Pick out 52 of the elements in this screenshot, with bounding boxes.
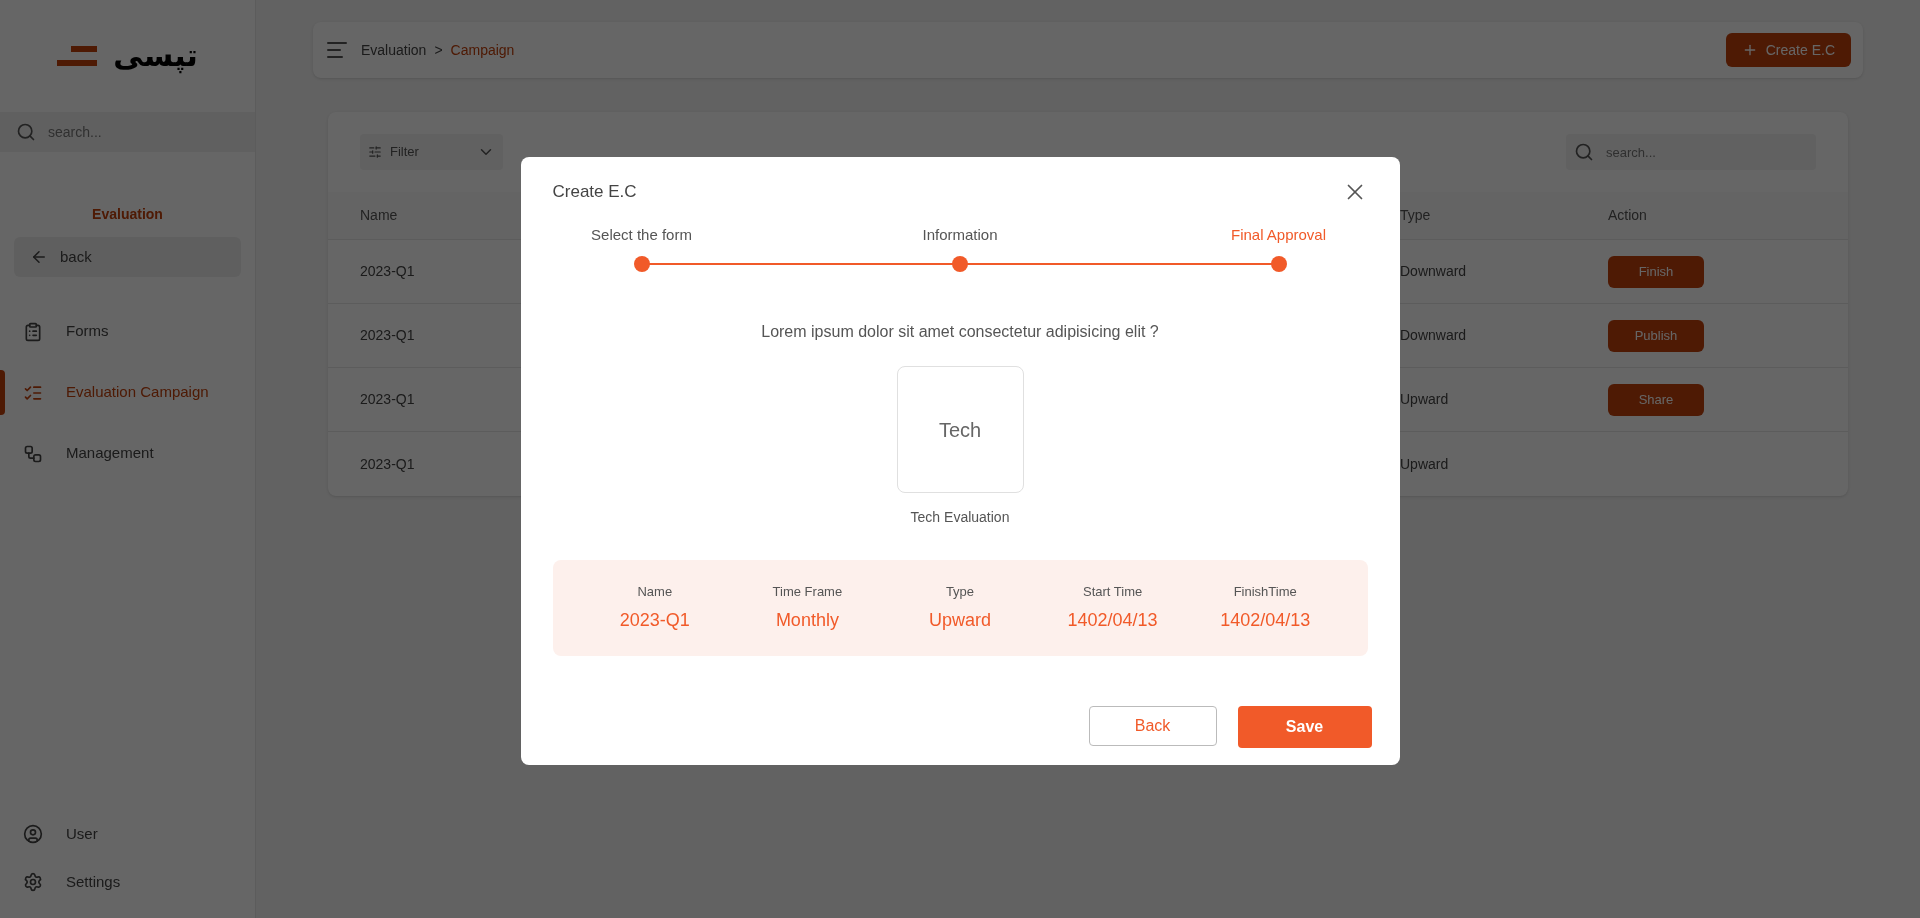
section-title: Evaluation	[92, 205, 163, 224]
sidebar-item[interactable]: Management	[23, 442, 154, 465]
filter-dropdown[interactable]: Filter	[360, 134, 503, 170]
sidebar-item[interactable]: Forms	[23, 320, 109, 343]
action-button[interactable]: Share	[1608, 383, 1704, 416]
table-cell: Downward	[1400, 327, 1467, 343]
sidebar-item[interactable]: Evaluation Campaign	[23, 381, 209, 404]
breadcrumb-link[interactable]: Campaign	[450, 39, 515, 61]
action-button[interactable]: Publish	[1608, 319, 1704, 352]
step-label: Select the form	[591, 224, 692, 245]
table-cell: Downward	[1400, 263, 1467, 279]
summary-label: Type	[945, 582, 975, 601]
summary-value: 2023-Q1	[619, 609, 690, 633]
summary-value: 1402/04/13	[1220, 609, 1311, 633]
table-cell: Upward	[1400, 391, 1449, 407]
create-button[interactable]: Create E.C	[1725, 33, 1851, 67]
logo-bars-icon	[57, 44, 98, 68]
table-cell: 2023-Q1	[360, 391, 415, 407]
list-icon	[23, 321, 43, 342]
step-label: Final Approval	[1230, 224, 1327, 245]
summary-label: Start Time	[1082, 582, 1143, 601]
question-text: Lorem ipsum dolor sit amet consectetur adipisicing elit ?	[761, 322, 1159, 342]
summary-label: FinishTime	[1233, 582, 1297, 601]
column-header: Action	[1608, 207, 1647, 223]
summary-label: Time Frame	[772, 582, 843, 601]
user-icon	[23, 824, 43, 844]
search-icon	[16, 122, 36, 142]
settings-icon	[23, 872, 43, 892]
table-cell: Upward	[1400, 455, 1449, 472]
save-button[interactable]: Save	[1237, 706, 1372, 748]
sidebar-item[interactable]: Settings	[23, 858, 255, 906]
table-cell: 2023-Q1	[360, 455, 415, 472]
column-header: Name	[360, 207, 398, 223]
summary-value: 1402/04/13	[1067, 609, 1158, 633]
sliders-icon	[368, 145, 382, 159]
back-button[interactable]: Back	[1088, 706, 1217, 746]
breadcrumb-link[interactable]: Evaluation	[361, 39, 427, 61]
form-card[interactable]: Tech	[896, 366, 1024, 493]
back-button[interactable]: back	[14, 237, 241, 277]
table-cell: 2023-Q1	[360, 263, 415, 279]
summary-value: Monthly	[775, 609, 839, 633]
form-caption: Tech Evaluation	[910, 508, 1010, 527]
sidebar-item[interactable]: User	[23, 810, 255, 858]
breadcrumb-separator: >	[434, 40, 443, 60]
dialog-title: Create E.C	[552, 181, 637, 204]
column-header: Type	[1400, 207, 1431, 223]
summary-label: Name	[637, 582, 673, 601]
table-cell: 2023-Q1	[360, 327, 415, 343]
action-button[interactable]: Finish	[1608, 255, 1704, 288]
summary-value: Upward	[928, 609, 991, 633]
step-label: Information	[922, 224, 998, 245]
search-icon	[1574, 142, 1594, 162]
